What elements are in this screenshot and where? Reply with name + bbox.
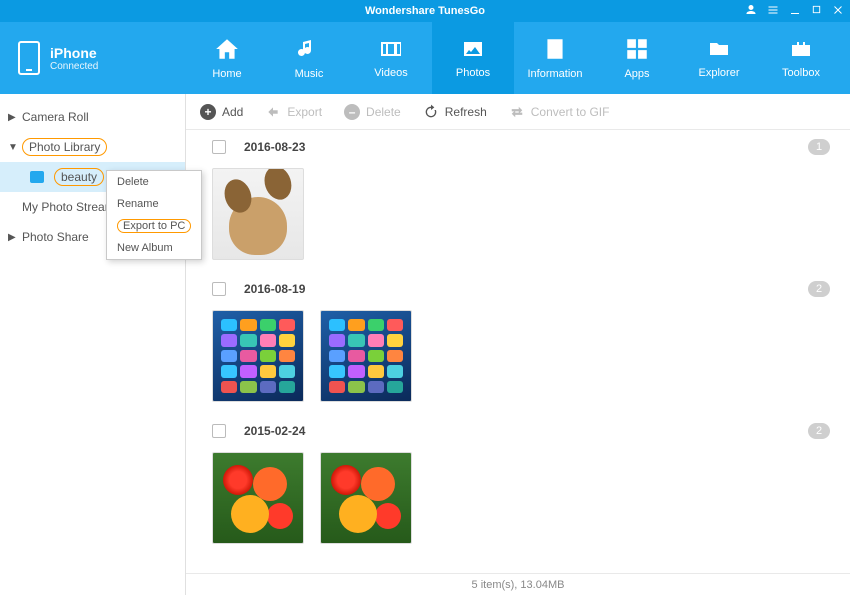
sidebar-label-highlighted: Photo Library <box>22 138 107 156</box>
photo-thumb[interactable] <box>320 452 412 544</box>
nav-music[interactable]: Music <box>268 22 350 94</box>
menu-icon[interactable] <box>767 4 779 19</box>
group-date: 2016-08-19 <box>244 282 305 296</box>
photo-thumb[interactable] <box>320 310 412 402</box>
plus-icon: + <box>200 104 216 120</box>
delete-button[interactable]: – Delete <box>344 104 401 120</box>
videos-icon <box>376 37 406 61</box>
explorer-icon <box>705 37 733 61</box>
chevron-right-icon: ▶ <box>8 232 18 243</box>
group-header: 2016-08-19 2 <box>198 272 830 306</box>
photo-thumb[interactable] <box>212 310 304 402</box>
menu-new-album[interactable]: New Album <box>107 237 201 259</box>
export-button[interactable]: Export <box>265 105 322 119</box>
thumbs-row <box>198 306 830 414</box>
sidebar-item-photo-library[interactable]: ▼ Photo Library <box>0 132 185 162</box>
sidebar-item-camera-roll[interactable]: ▶ Camera Roll <box>0 102 185 132</box>
photo-thumb[interactable] <box>212 452 304 544</box>
nav-videos[interactable]: Videos <box>350 22 432 94</box>
add-button[interactable]: + Add <box>200 104 243 120</box>
device-status: Connected <box>50 61 98 72</box>
nav-photos[interactable]: Photos <box>432 22 514 94</box>
sidebar-label: My Photo Stream <box>22 200 115 214</box>
menu-delete[interactable]: Delete <box>107 171 201 193</box>
chevron-right-icon: ▶ <box>8 112 18 123</box>
nav-apps[interactable]: Apps <box>596 22 678 94</box>
statusbar: 5 item(s), 13.04MB <box>186 573 850 595</box>
menu-label: Rename <box>117 198 159 210</box>
nav-photos-label: Photos <box>456 67 490 79</box>
close-button[interactable] <box>832 4 844 19</box>
chevron-down-icon: ▼ <box>8 142 18 153</box>
main: + Add Export – Delete Refresh Convert to… <box>186 94 850 595</box>
refresh-icon <box>423 104 439 120</box>
photo-thumb[interactable] <box>212 168 304 260</box>
menu-rename[interactable]: Rename <box>107 193 201 215</box>
group-header: 2015-02-24 2 <box>198 414 830 448</box>
phone-icon <box>18 41 40 75</box>
sidebar-label: Photo Share <box>22 230 89 244</box>
device-panel[interactable]: iPhone Connected <box>0 22 186 94</box>
apps-icon <box>624 36 650 62</box>
nav-apps-label: Apps <box>624 68 649 80</box>
menu-label: New Album <box>117 242 173 254</box>
group-count: 2 <box>808 281 830 297</box>
group-checkbox[interactable] <box>212 424 226 438</box>
titlebar: Wondershare TunesGo <box>0 0 850 22</box>
nav-toolbox-label: Toolbox <box>782 67 820 79</box>
nav-items: Home Music Videos Photos Information App… <box>186 22 850 94</box>
convert-gif-button[interactable]: Convert to GIF <box>509 105 610 119</box>
convert-icon <box>509 105 525 119</box>
refresh-button[interactable]: Refresh <box>423 104 487 120</box>
thumbs-row <box>198 448 830 556</box>
sidebar-label-highlighted: beauty <box>54 168 104 186</box>
group-checkbox[interactable] <box>212 140 226 154</box>
maximize-button[interactable] <box>811 4 822 18</box>
content: 2016-08-23 1 2016-08-19 2 2015-02-24 2 <box>186 130 850 573</box>
group-header: 2016-08-23 1 <box>198 130 830 164</box>
thumbs-row <box>198 164 830 272</box>
group-date: 2015-02-24 <box>244 424 305 438</box>
nav-home[interactable]: Home <box>186 22 268 94</box>
toolbar: + Add Export – Delete Refresh Convert to… <box>186 94 850 130</box>
nav-information-label: Information <box>527 68 582 80</box>
context-menu: Delete Rename Export to PC New Album <box>106 170 202 260</box>
toolbar-label: Refresh <box>445 105 487 119</box>
music-icon <box>297 36 321 62</box>
group-checkbox[interactable] <box>212 282 226 296</box>
toolbar-label: Export <box>287 105 322 119</box>
information-icon <box>542 36 568 62</box>
sidebar-label: Camera Roll <box>22 110 89 124</box>
nav-videos-label: Videos <box>374 67 407 79</box>
nav-toolbox[interactable]: Toolbox <box>760 22 842 94</box>
toolbox-icon <box>787 37 815 61</box>
group-count: 2 <box>808 423 830 439</box>
menu-export-to-pc[interactable]: Export to PC <box>107 215 201 237</box>
menu-label-highlighted: Export to PC <box>117 219 191 233</box>
nav-home-label: Home <box>212 68 241 80</box>
export-icon <box>265 105 281 119</box>
toolbar-label: Add <box>222 105 243 119</box>
minimize-button[interactable] <box>789 4 801 19</box>
photos-icon <box>459 37 487 61</box>
nav-explorer[interactable]: Explorer <box>678 22 760 94</box>
window-controls <box>745 0 844 22</box>
app-title: Wondershare TunesGo <box>365 5 485 17</box>
toolbar-label: Delete <box>366 105 401 119</box>
status-text: 5 item(s), 13.04MB <box>472 579 565 591</box>
group-date: 2016-08-23 <box>244 140 305 154</box>
toolbar-label: Convert to GIF <box>531 105 610 119</box>
nav-information[interactable]: Information <box>514 22 596 94</box>
nav-music-label: Music <box>295 68 324 80</box>
device-text: iPhone Connected <box>50 45 98 72</box>
group-count: 1 <box>808 139 830 155</box>
user-icon[interactable] <box>745 4 757 19</box>
top-nav: iPhone Connected Home Music Videos Photo… <box>0 22 850 94</box>
device-name: iPhone <box>50 45 98 61</box>
album-icon <box>30 171 44 183</box>
nav-explorer-label: Explorer <box>699 67 740 79</box>
home-icon <box>213 36 241 62</box>
minus-icon: – <box>344 104 360 120</box>
menu-label: Delete <box>117 176 149 188</box>
